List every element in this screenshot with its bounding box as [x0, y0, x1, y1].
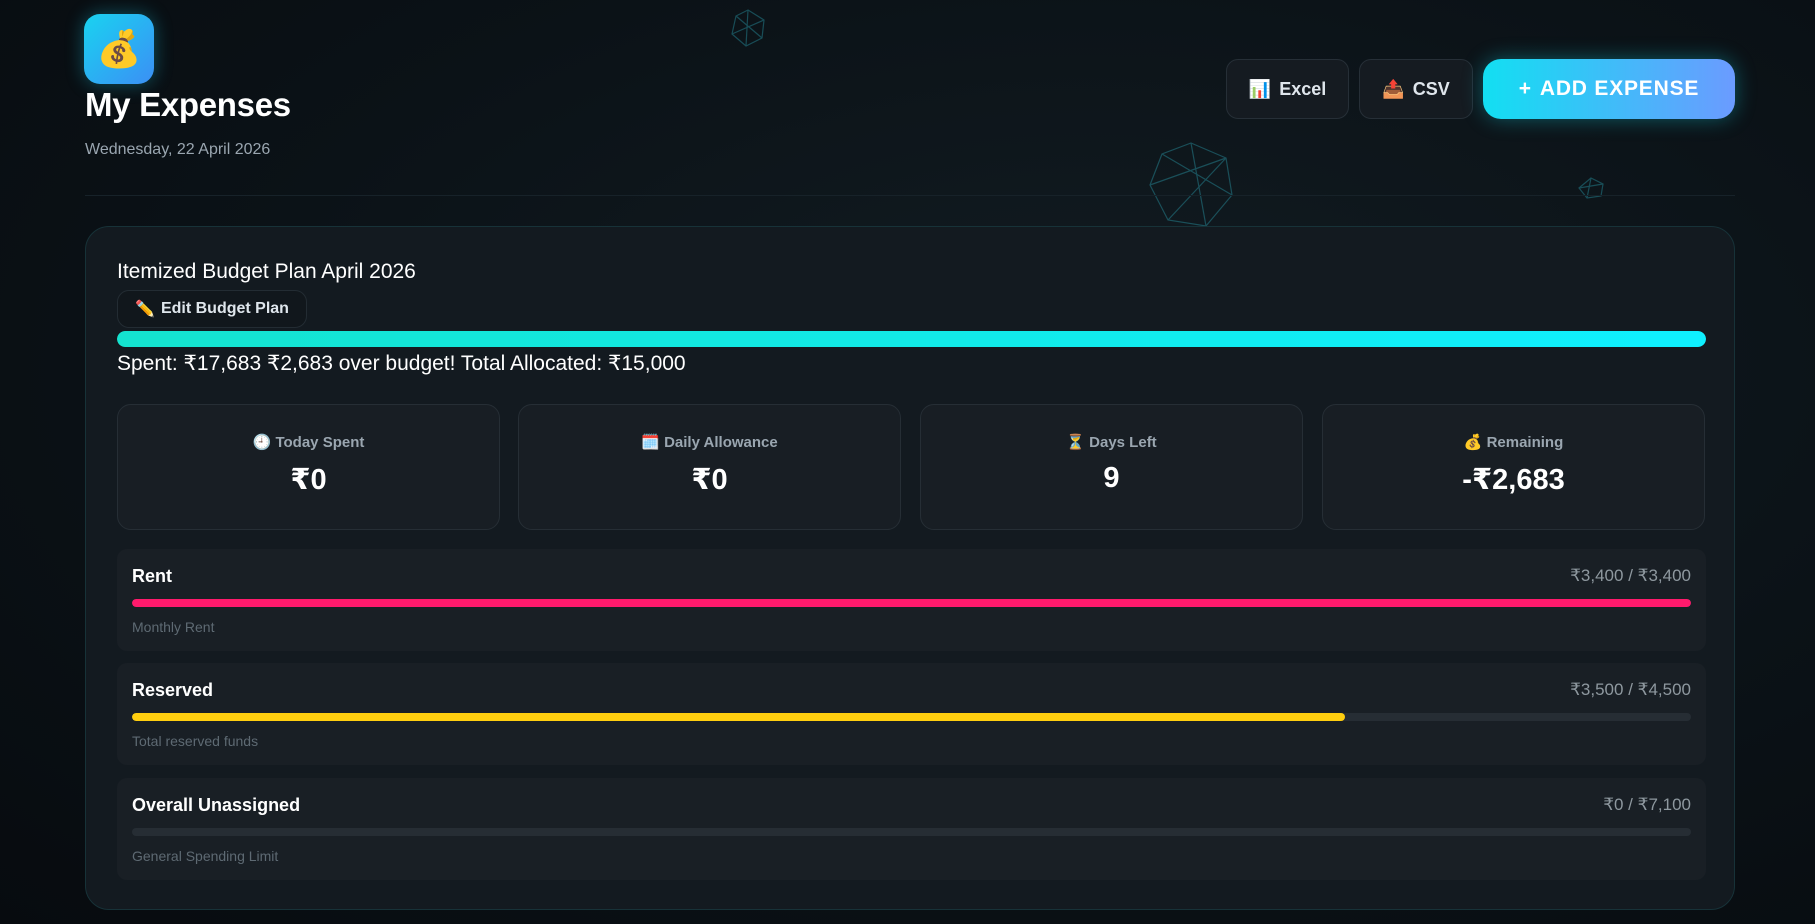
export-excel-label: Excel: [1279, 78, 1327, 99]
stat-label: Daily Allowance: [664, 434, 778, 451]
category-progress-fill: [132, 599, 1691, 607]
stat-label: Today Spent: [275, 434, 365, 451]
category-description: General Spending Limit: [132, 848, 279, 864]
category-amount: ₹3,500 / ₹4,500: [1570, 680, 1691, 699]
money-bag-icon: 💰: [1463, 434, 1483, 451]
category-progress-bar: [132, 713, 1691, 721]
budget-progress-fill: [117, 331, 1706, 347]
add-expense-label: ADD EXPENSE: [1539, 77, 1700, 100]
decorative-polyhedron-small: [731, 9, 765, 47]
chart-icon: 📊: [1248, 78, 1272, 99]
category-name: Overall Unassigned: [132, 795, 301, 815]
money-bag-icon: 💰: [96, 28, 142, 69]
calendar-icon: 🗓️: [641, 434, 660, 451]
budget-progress-bar: [117, 331, 1706, 347]
budget-summary: Spent: ₹17,683 ₹2,683 over budget! Total…: [117, 352, 686, 375]
edit-budget-plan-button[interactable]: ✏️ Edit Budget Plan: [117, 290, 307, 328]
category-description: Total reserved funds: [132, 733, 259, 749]
app-logo-icon: 💰: [84, 14, 154, 84]
stat-value: ₹0: [691, 464, 728, 496]
category-progress-bar: [132, 599, 1691, 607]
stat-card-days-left: ⏳ Days Left 9: [920, 404, 1303, 530]
budget-plan-title: Itemized Budget Plan April 2026: [117, 260, 416, 283]
stat-value: 9: [1103, 462, 1120, 494]
plus-icon: +: [1518, 77, 1532, 100]
clock-icon: 🕘: [252, 434, 272, 451]
add-expense-button[interactable]: + ADD EXPENSE: [1483, 59, 1735, 119]
category-description: Monthly Rent: [132, 619, 215, 635]
outbox-icon: 📤: [1382, 78, 1405, 99]
stat-label: Days Left: [1089, 434, 1157, 451]
stat-card-remaining: 💰 Remaining -₹2,683: [1322, 404, 1705, 530]
stat-label: Remaining: [1486, 434, 1564, 451]
category-rent: Rent ₹3,400 / ₹3,400 Monthly Rent: [117, 549, 1706, 651]
export-csv-label: CSV: [1412, 78, 1450, 99]
category-name: Rent: [132, 566, 172, 586]
stat-value: -₹2,683: [1462, 464, 1565, 496]
category-name: Reserved: [132, 680, 214, 700]
category-progress-fill: [132, 713, 1345, 721]
category-overall-unassigned: Overall Unassigned ₹0 / ₹7,100 General S…: [117, 778, 1706, 880]
stat-card-today-spent: 🕘 Today Spent ₹0: [117, 404, 500, 530]
export-csv-button[interactable]: 📤 CSV: [1359, 59, 1473, 119]
export-excel-button[interactable]: 📊 Excel: [1226, 59, 1349, 119]
pencil-icon: ✏️: [135, 301, 155, 318]
category-amount: ₹0 / ₹7,100: [1603, 795, 1691, 814]
hourglass-icon: ⏳: [1066, 434, 1085, 451]
stat-card-daily-allowance: 🗓️ Daily Allowance ₹0: [518, 404, 901, 530]
stat-value: ₹0: [290, 464, 327, 496]
category-progress-bar: [132, 828, 1691, 836]
category-reserved: Reserved ₹3,500 / ₹4,500 Total reserved …: [117, 663, 1706, 765]
page-title: My Expenses: [85, 86, 291, 123]
decorative-polyhedron-large: [1149, 142, 1233, 227]
decorative-polyhedron-tiny: [1578, 177, 1604, 199]
edit-budget-plan-label: Edit Budget Plan: [160, 300, 289, 317]
current-date: Wednesday, 22 April 2026: [85, 141, 271, 158]
category-amount: ₹3,400 / ₹3,400: [1570, 566, 1691, 585]
header-divider: [85, 195, 1735, 196]
budget-card: Itemized Budget Plan April 2026 ✏️ Edit …: [85, 226, 1735, 910]
